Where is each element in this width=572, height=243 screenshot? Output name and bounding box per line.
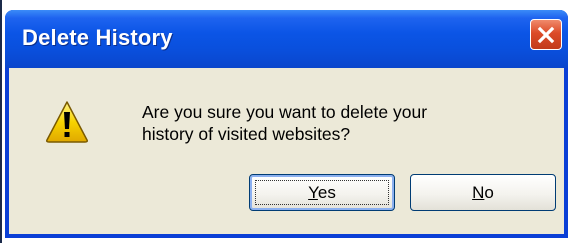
background-edge [0, 0, 2, 243]
close-button[interactable] [530, 19, 562, 50]
screen: Delete History Are you sure you want to … [0, 0, 572, 243]
dialog-body: Are you sure you want to delete your his… [9, 68, 564, 234]
warning-icon [46, 101, 88, 143]
yes-accelerator: Y [308, 183, 318, 202]
title-bar[interactable]: Delete History [5, 10, 568, 68]
yes-label-rest: es [317, 183, 336, 202]
no-label-rest: o [484, 183, 494, 202]
delete-history-dialog: Delete History Are you sure you want to … [5, 10, 568, 238]
message-line-1: Are you sure you want to delete your [142, 102, 428, 122]
yes-button[interactable]: Yes [249, 174, 395, 211]
confirmation-message: Are you sure you want to delete your his… [142, 101, 532, 145]
no-accelerator: N [472, 183, 485, 202]
no-button[interactable]: No [410, 174, 556, 211]
message-line-2: history of visited websites? [142, 124, 351, 144]
dialog-title: Delete History [22, 25, 173, 50]
close-icon [537, 26, 555, 43]
